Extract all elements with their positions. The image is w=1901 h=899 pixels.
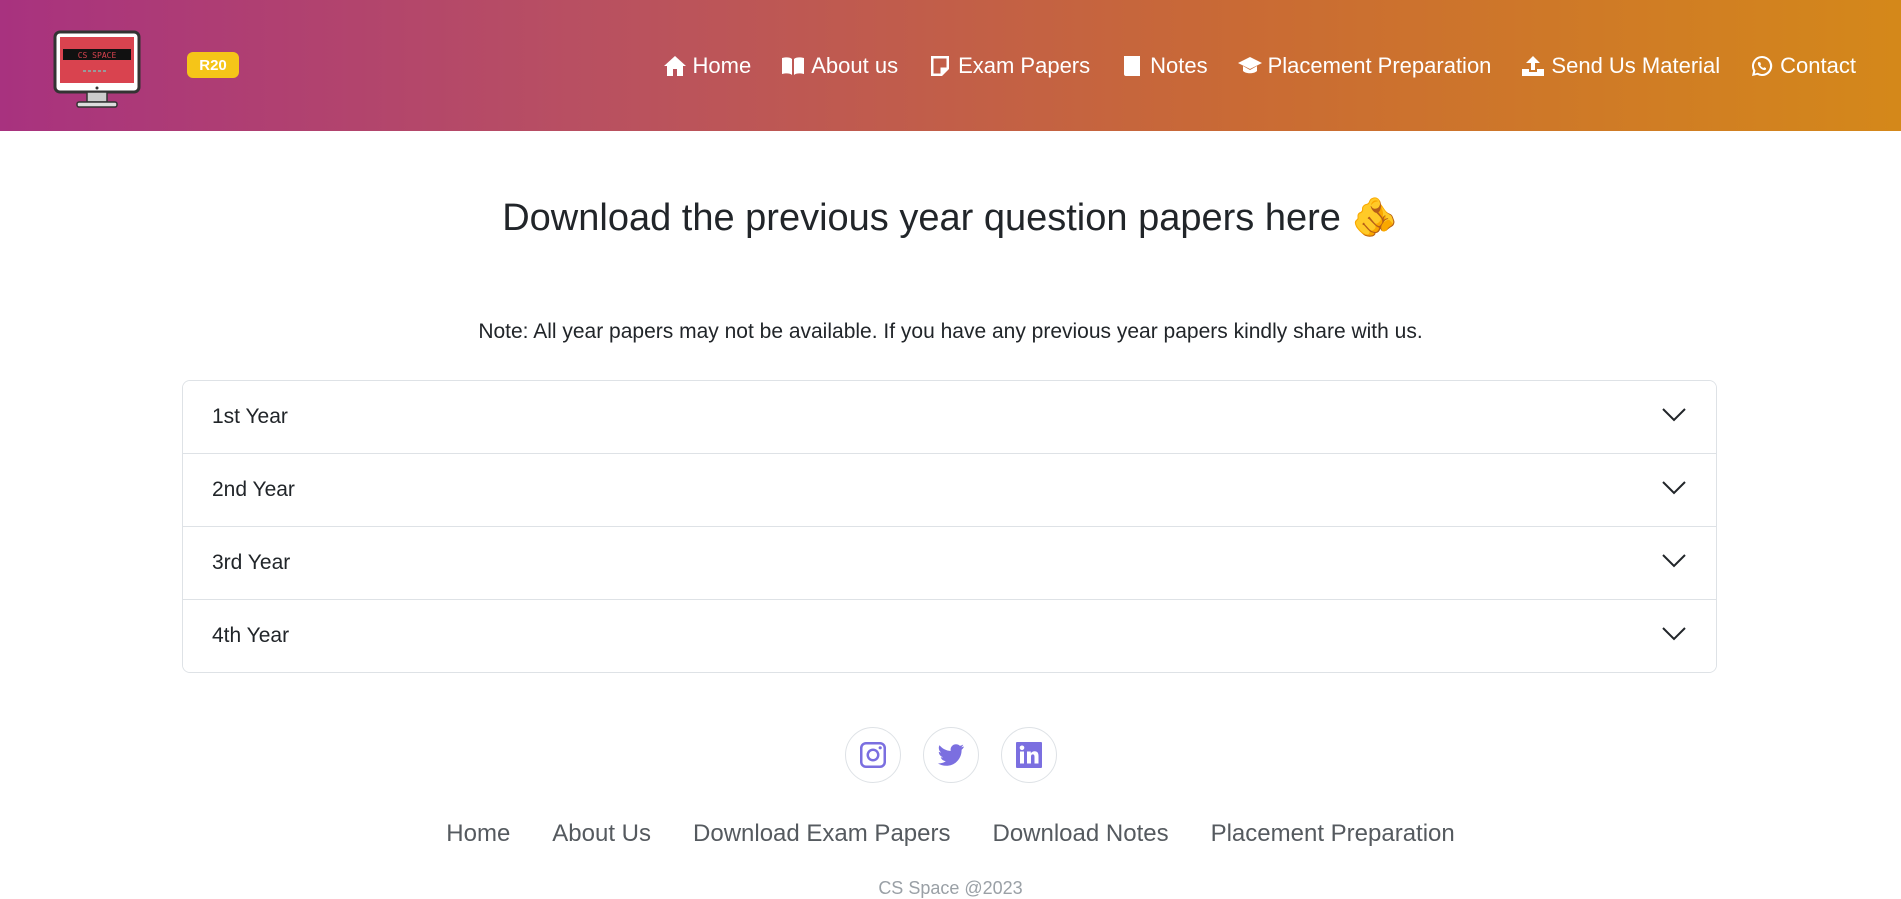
footer-link-notes[interactable]: Download Notes — [992, 820, 1168, 848]
social-links — [0, 727, 1901, 783]
copyright-text: CS Space @2023 — [878, 878, 1023, 898]
linkedin-icon — [1015, 742, 1042, 768]
nav-contact[interactable]: Contact — [1750, 53, 1856, 79]
chevron-down-icon — [1661, 407, 1687, 428]
nav-notes-label: Notes — [1150, 52, 1208, 78]
logo-text: CS SPACE — [78, 51, 117, 60]
nav-contact-label: Contact — [1780, 52, 1856, 78]
twitter-button[interactable] — [922, 727, 979, 783]
nav-placement[interactable]: Placement Preparation — [1237, 52, 1492, 79]
top-navbar: CS SPACE R20 Home About us Exam Papers N… — [0, 0, 1901, 131]
book-open-icon — [782, 56, 805, 75]
footer-link-exam-papers[interactable]: Download Exam Papers — [693, 820, 950, 848]
home-icon — [663, 55, 686, 76]
nav-exam-papers-label: Exam Papers — [958, 52, 1091, 78]
upload-icon — [1522, 55, 1545, 76]
main-nav: Home About us Exam Papers Notes Placemen… — [663, 0, 1856, 131]
twitter-icon — [937, 744, 964, 766]
chevron-down-icon — [1661, 553, 1687, 574]
nav-home-label: Home — [692, 52, 752, 78]
nav-exam-papers[interactable]: Exam Papers — [928, 53, 1090, 79]
nav-notes[interactable]: Notes — [1120, 52, 1208, 79]
chevron-down-icon — [1661, 480, 1687, 501]
instagram-icon — [859, 742, 886, 768]
linkedin-button[interactable] — [1000, 727, 1057, 783]
accordion-item-2nd-year[interactable]: 2nd Year — [183, 454, 1716, 527]
accordion-item-3rd-year[interactable]: 3rd Year — [183, 527, 1716, 600]
version-badge: R20 — [187, 52, 239, 78]
nav-send-material-label: Send Us Material — [1551, 52, 1721, 78]
nav-about-label: About us — [811, 52, 899, 78]
site-logo[interactable]: CS SPACE — [53, 30, 141, 108]
accordion-item-4th-year[interactable]: 4th Year — [183, 600, 1716, 672]
graduation-cap-icon — [1237, 56, 1262, 73]
availability-note: Note: All year papers may not be availab… — [478, 320, 1423, 343]
accordion-item-1st-year[interactable]: 1st Year — [183, 381, 1716, 454]
nav-about[interactable]: About us — [781, 53, 898, 79]
footer-link-placement[interactable]: Placement Preparation — [1211, 820, 1455, 848]
whatsapp-icon — [1752, 55, 1773, 76]
nav-send-material[interactable]: Send Us Material — [1521, 53, 1720, 79]
monitor-logo-icon: CS SPACE — [53, 30, 141, 108]
chevron-down-icon — [1661, 626, 1687, 647]
nav-placement-label: Placement Preparation — [1267, 52, 1492, 78]
book-icon — [1124, 55, 1141, 76]
footer-link-home[interactable]: Home — [446, 820, 510, 848]
year-accordion: 1st Year 2nd Year 3rd Year 4th Year — [182, 380, 1717, 673]
footer-link-about[interactable]: About Us — [552, 820, 651, 848]
accordion-label: 4th Year — [212, 624, 290, 647]
nav-home[interactable]: Home — [663, 52, 752, 79]
instagram-button[interactable] — [844, 727, 901, 783]
accordion-label: 2nd Year — [212, 478, 295, 501]
accordion-label: 1st Year — [212, 405, 288, 428]
footer-nav: Home About Us Download Exam Papers Downl… — [0, 820, 1901, 848]
page-title: Download the previous year question pape… — [502, 197, 1399, 239]
sticky-note-icon — [931, 55, 950, 76]
accordion-label: 3rd Year — [212, 551, 291, 574]
